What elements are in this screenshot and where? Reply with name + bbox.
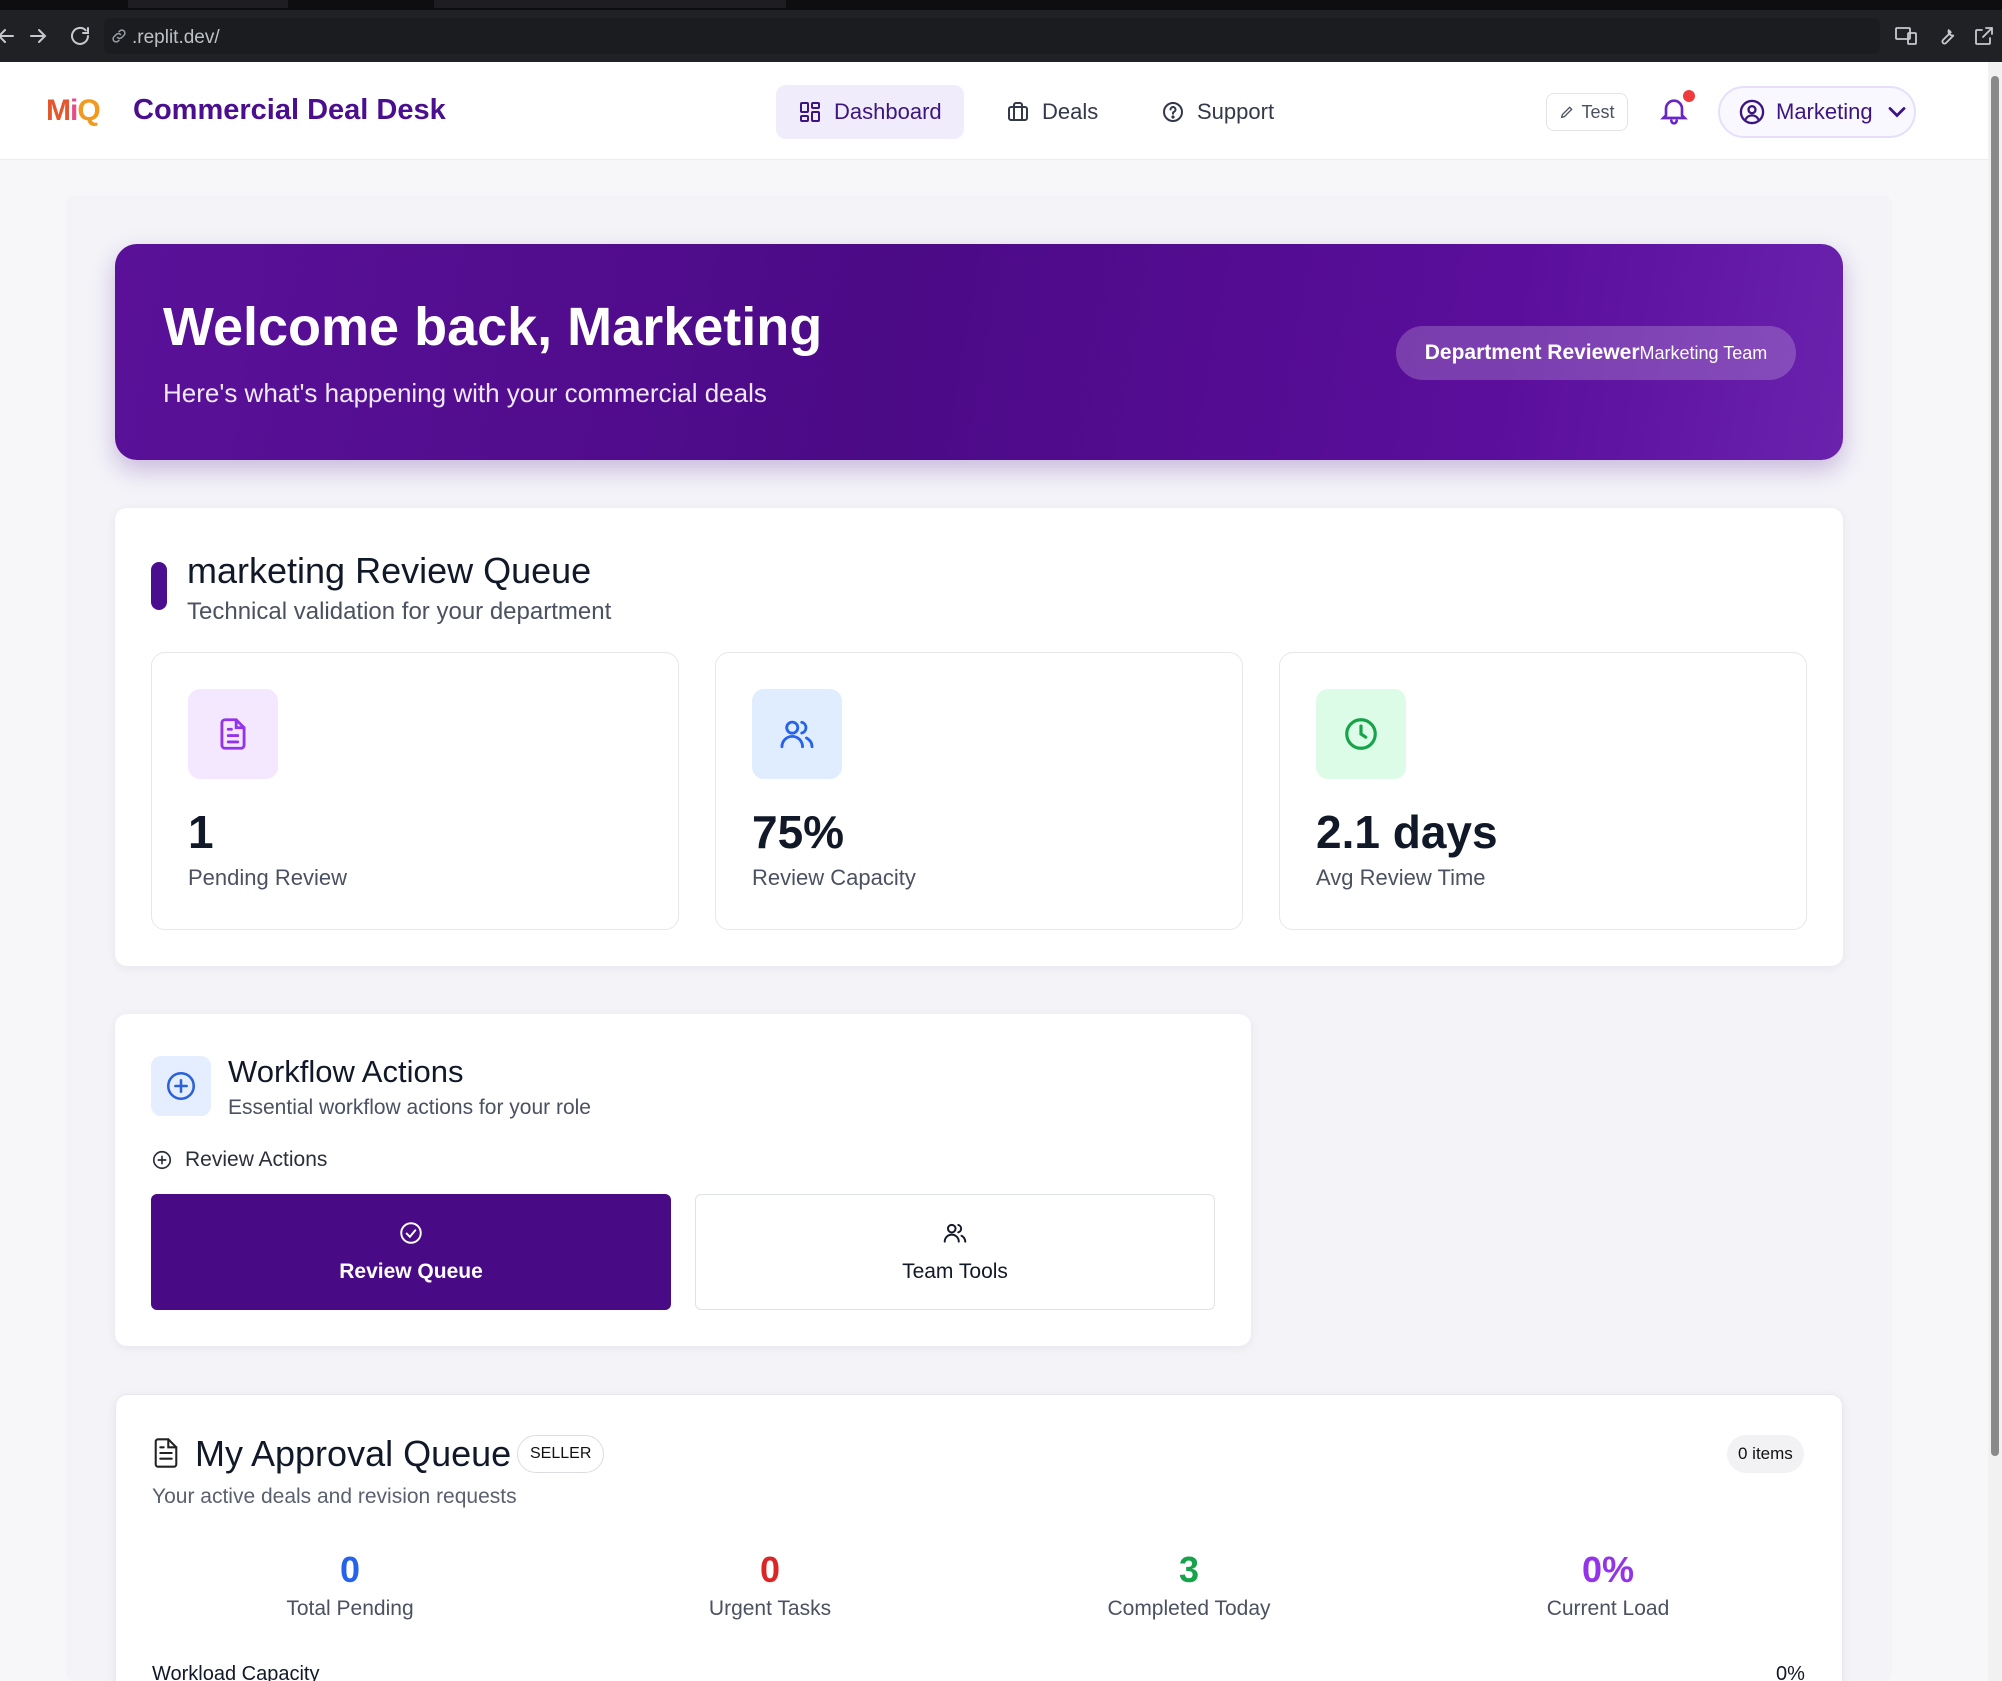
metric-value: 0 — [759, 1549, 781, 1590]
nav-dashboard[interactable]: Dashboard — [776, 85, 964, 139]
team-label: Marketing Team — [1639, 342, 1768, 363]
metric-label: Current Load — [1546, 1597, 1670, 1620]
document-icon — [154, 1438, 178, 1468]
welcome-title: Welcome back, Marketing — [163, 297, 823, 357]
briefcase-icon — [1008, 102, 1028, 121]
stat-avg-review-time: 2.1 days Avg Review Time — [1279, 652, 1807, 930]
metric-value: 0 — [339, 1549, 361, 1590]
plus-circle-icon — [151, 1056, 211, 1116]
review-actions-label: Review Actions — [185, 1148, 328, 1171]
browser-tab[interactable] — [128, 0, 288, 8]
review-queue-card: marketing Review Queue Technical validat… — [115, 508, 1843, 966]
welcome-banner: Welcome back, Marketing Here's what's ha… — [115, 244, 1843, 460]
welcome-subtitle: Here's what's happening with your commer… — [163, 378, 767, 408]
review-queue-title: marketing Review Queue — [187, 550, 592, 591]
seller-badge: SELLER — [517, 1435, 605, 1473]
stat-value: 1 — [188, 806, 214, 858]
reload-icon[interactable] — [68, 24, 92, 48]
metric-value: 0% — [1581, 1549, 1635, 1590]
workload-capacity-value: 0% — [1776, 1663, 1805, 1681]
test-button[interactable]: Test — [1546, 93, 1628, 131]
role-label: Department Reviewer — [1424, 341, 1640, 364]
browser-tab[interactable] — [434, 0, 786, 8]
workflow-actions-card: Workflow Actions Essential workflow acti… — [115, 1014, 1251, 1346]
check-circle-icon — [400, 1222, 422, 1244]
test-button-label: Test — [1581, 101, 1615, 122]
scrollbar-thumb[interactable] — [1991, 76, 1999, 1456]
stat-review-capacity: 75% Review Capacity — [715, 652, 1243, 930]
stat-label: Avg Review Time — [1316, 865, 1486, 890]
dashboard-grid-icon — [800, 102, 820, 122]
review-actions-heading: Review Actions — [151, 1148, 327, 1172]
nav-deals-label: Deals — [1042, 99, 1099, 124]
review-queue-button-label: Review Queue — [339, 1260, 483, 1283]
users-icon — [943, 1223, 967, 1243]
forward-icon[interactable] — [26, 24, 50, 48]
stat-value: 75% — [752, 806, 845, 858]
approval-queue-subtitle: Your active deals and revision requests — [152, 1485, 517, 1508]
review-queue-button[interactable]: Review Queue — [151, 1194, 671, 1310]
external-link-icon[interactable] — [1972, 24, 1996, 48]
workflow-title: Workflow Actions — [228, 1054, 464, 1089]
approval-queue-card: My Approval Queue SELLER 0 items Your ac… — [115, 1394, 1843, 1681]
users-icon — [752, 689, 842, 779]
clock-icon — [1316, 689, 1406, 779]
help-circle-icon — [1163, 102, 1183, 122]
metric-total-pending: 0 Total Pending — [200, 1549, 500, 1621]
review-queue-subtitle: Technical validation for your department — [187, 598, 612, 625]
metric-label: Total Pending — [286, 1597, 414, 1620]
items-count-badge: 0 items — [1727, 1435, 1804, 1473]
nav-dashboard-label: Dashboard — [834, 99, 942, 124]
workflow-subtitle: Essential workflow actions for your role — [228, 1096, 591, 1119]
browser-tab-strip — [0, 0, 2002, 10]
app-header: MiQ Commercial Deal Desk Dashboard Deals… — [0, 62, 1988, 160]
nav-support[interactable]: Support — [1139, 85, 1296, 139]
stat-pending-review: 1 Pending Review — [151, 652, 679, 930]
url-text: .replit.dev/ — [132, 27, 220, 48]
user-menu-button[interactable]: Marketing — [1718, 86, 1916, 138]
miq-logo[interactable]: MiQ — [46, 94, 101, 128]
browser-address-bar: .replit.dev/ — [0, 10, 2002, 62]
app-title: Commercial Deal Desk — [133, 94, 446, 126]
nav-support-label: Support — [1197, 99, 1275, 124]
metric-label: Urgent Tasks — [708, 1597, 832, 1620]
stat-label: Pending Review — [188, 865, 347, 890]
chevron-down-icon — [1888, 107, 1905, 118]
workload-capacity-label: Workload Capacity — [152, 1663, 320, 1681]
team-tools-button[interactable]: Team Tools — [695, 1194, 1215, 1310]
wrench-icon[interactable] — [1934, 24, 1958, 48]
notification-dot — [1683, 90, 1695, 102]
approval-queue-title: My Approval Queue — [195, 1433, 512, 1474]
user-menu-label: Marketing — [1776, 99, 1873, 124]
document-icon — [188, 689, 278, 779]
user-circle-icon — [1739, 99, 1765, 125]
accent-bar — [151, 562, 167, 610]
pencil-icon — [1561, 106, 1574, 119]
role-badge: Department Reviewer Marketing Team — [1396, 326, 1796, 380]
devices-icon[interactable] — [1894, 24, 1918, 48]
metric-value: 3 — [1178, 1549, 1200, 1590]
stat-value: 2.1 days — [1316, 806, 1498, 858]
url-field[interactable]: .replit.dev/ — [104, 18, 1880, 54]
nav-deals[interactable]: Deals — [984, 85, 1120, 139]
stat-label: Review Capacity — [752, 865, 916, 890]
metric-label: Completed Today — [1107, 1597, 1271, 1620]
team-tools-button-label: Team Tools — [902, 1260, 1008, 1283]
metric-urgent-tasks: 0 Urgent Tasks — [620, 1549, 920, 1621]
link-icon — [112, 29, 126, 43]
back-icon[interactable] — [0, 24, 18, 48]
plus-circle-icon — [152, 1150, 172, 1170]
metric-completed-today: 3 Completed Today — [1039, 1549, 1339, 1621]
metric-current-load: 0% Current Load — [1458, 1549, 1758, 1621]
